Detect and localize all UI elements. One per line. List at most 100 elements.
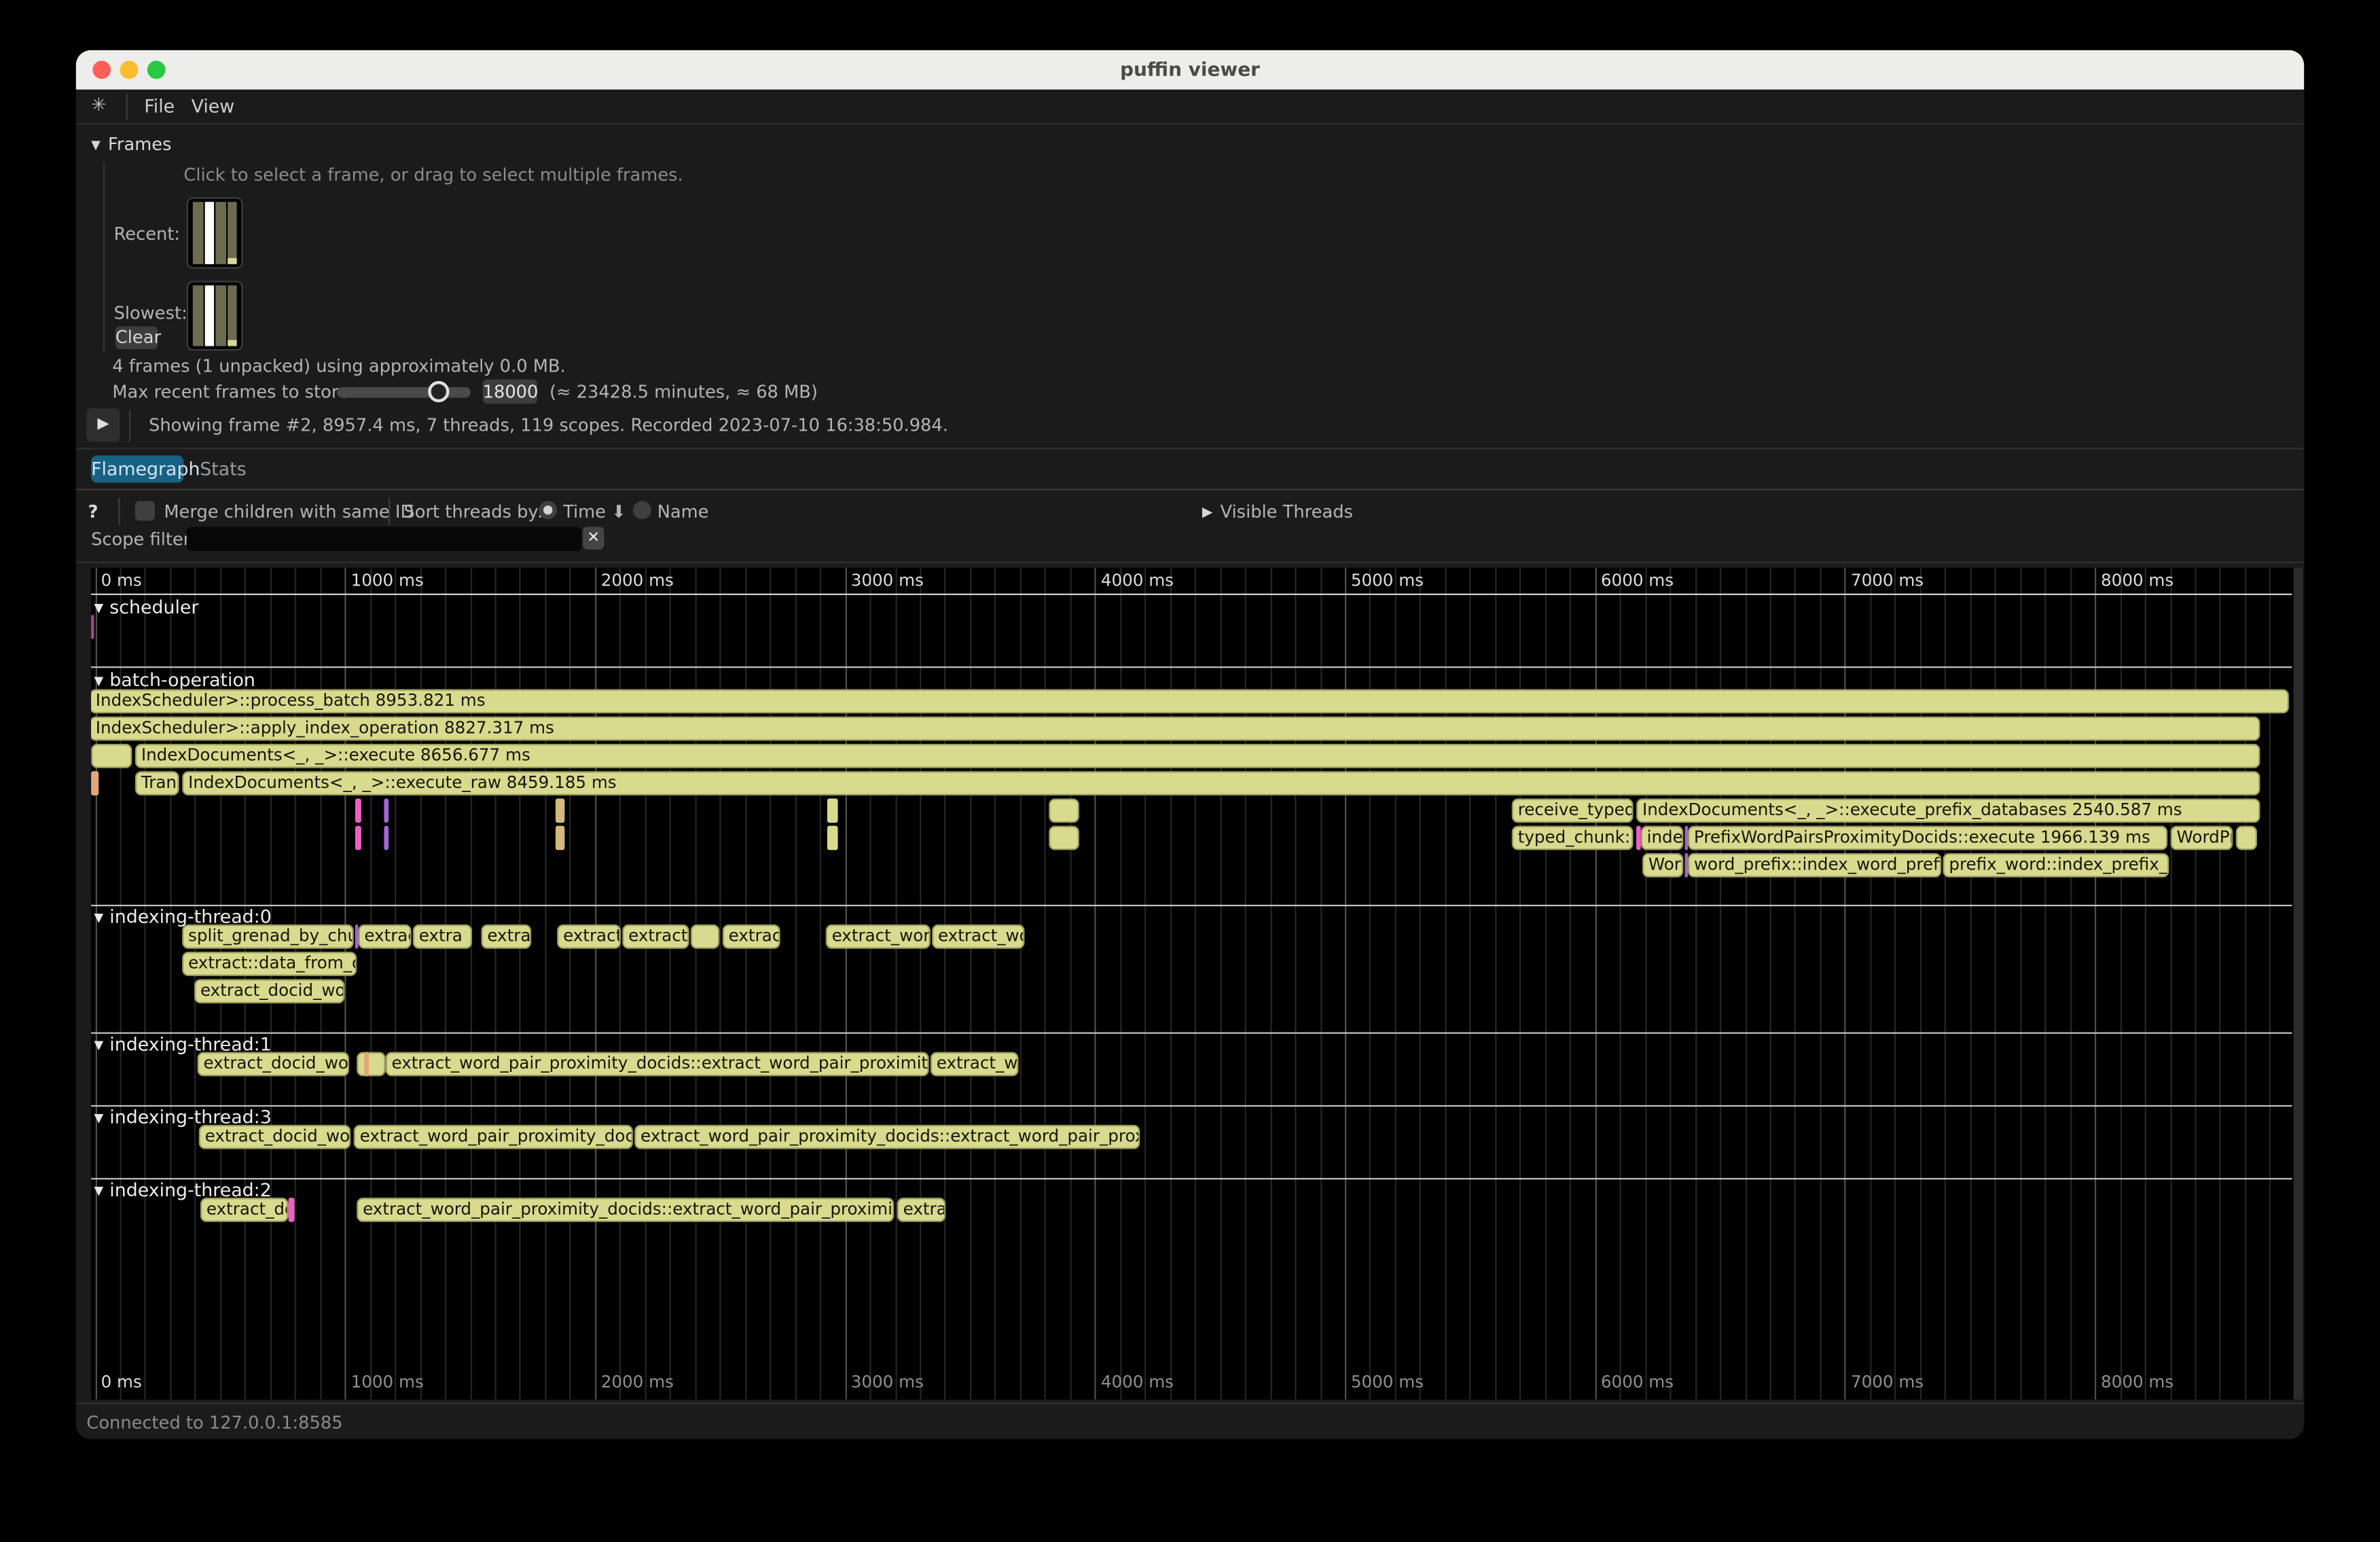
theme-toggle-icon[interactable]: ✳: [91, 94, 106, 115]
scope-marker[interactable]: [355, 925, 357, 949]
scope-marker[interactable]: [355, 797, 361, 822]
frame-bar-stripe: [215, 202, 226, 264]
scope-bar[interactable]: extrac: [897, 1198, 946, 1222]
scope-bar[interactable]: extract_word_pair_proximity_docids::extr…: [357, 1198, 894, 1222]
frames-section-header[interactable]: ▼Frames: [91, 134, 171, 155]
slowest-frame-thumbnail[interactable]: [187, 281, 243, 351]
scope-bar[interactable]: [91, 743, 132, 768]
scope-marker[interactable]: [1636, 825, 1640, 850]
scope-bar[interactable]: extract_word_pair_proximity_docids::extr…: [386, 1052, 929, 1077]
scope-bar[interactable]: receive_typed_: [1512, 797, 1634, 822]
scope-bar[interactable]: IndexScheduler>::process_batch 8953.821 …: [91, 688, 2289, 713]
menu-item-view[interactable]: View: [192, 96, 235, 117]
frames-hint: Click to select a frame, or drag to sele…: [183, 164, 683, 185]
scope-bar[interactable]: extract_wo: [931, 1052, 1019, 1077]
scope-bar[interactable]: index: [1641, 825, 1684, 850]
scope-bar[interactable]: prefix_word::index_prefix_wo: [1943, 853, 2169, 877]
scope-bar[interactable]: extract_wo: [932, 925, 1024, 949]
scope-marker[interactable]: [827, 825, 838, 850]
sort-radio-time[interactable]: [539, 501, 557, 519]
scope-marker[interactable]: [827, 797, 838, 822]
scope-bar[interactable]: extract_word_pair_proximity_docids: [354, 1125, 633, 1149]
scope-bar[interactable]: extract_: [557, 925, 621, 949]
merge-children-checkbox[interactable]: [135, 501, 155, 520]
divider: [389, 498, 390, 525]
frame-bar-stripe: [193, 285, 204, 346]
scrollbar-track[interactable]: [2293, 568, 2302, 1400]
scope-bar[interactable]: extract_word_pair_proximity_docids::extr…: [634, 1125, 1140, 1149]
menu-item-file[interactable]: File: [144, 96, 175, 117]
sort-radio-name[interactable]: [633, 501, 651, 519]
scope-bar[interactable]: IndexScheduler>::apply_index_operation 8…: [91, 716, 2260, 740]
scope-bar[interactable]: [1049, 797, 1079, 822]
thread-header-indexing-thread-0[interactable]: ▼indexing-thread:0: [94, 906, 272, 927]
scope-bar[interactable]: extract_doc: [200, 1198, 289, 1222]
scope-marker[interactable]: [91, 615, 93, 639]
tab-flamegraph[interactable]: Flamegraph: [91, 455, 183, 482]
scope-bar[interactable]: IndexDocuments<_, _>::execute_raw 8459.1…: [182, 770, 2260, 795]
scope-bar[interactable]: Trans: [135, 770, 179, 795]
scope-marker[interactable]: [91, 770, 98, 795]
clear-button[interactable]: Clear: [115, 326, 158, 349]
scope-bar[interactable]: [691, 925, 719, 949]
help-button[interactable]: ?: [88, 501, 98, 522]
tab-stats[interactable]: Stats: [198, 455, 249, 482]
scope-bar[interactable]: extrac: [481, 925, 531, 949]
thread-header-batch-operation[interactable]: ▼ batch-operation: [94, 668, 255, 689]
frame-bar-stripe: [205, 202, 214, 264]
scope-marker[interactable]: [364, 1052, 369, 1077]
visible-threads-toggle[interactable]: ▶Visible Threads: [1202, 501, 1353, 522]
section-separator: [91, 1105, 2292, 1106]
scope-bar[interactable]: extract_docid_word: [194, 979, 344, 1003]
scope-bar[interactable]: IndexDocuments<_, _>::execute_prefix_dat…: [1636, 797, 2260, 822]
max-recent-value[interactable]: 18000: [483, 380, 537, 404]
scope-bar[interactable]: extract_docid_word: [198, 1052, 349, 1077]
frames-indent-guide: [103, 162, 105, 352]
scope-bar[interactable]: extract::data_from_ob: [182, 952, 357, 976]
collapse-triangle-icon: ▼: [94, 1111, 104, 1124]
app-window: puffin viewer ✳ FileView ▼Frames Click t…: [76, 50, 2305, 1439]
scope-bar[interactable]: extract: [358, 925, 411, 949]
scope-bar[interactable]: IndexDocuments<_, _>::execute 8656.677 m…: [135, 743, 2260, 768]
thread-label: indexing-thread:2: [109, 1179, 272, 1200]
scope-bar[interactable]: Word: [1642, 853, 1683, 877]
thread-header-scheduler[interactable]: ▼scheduler: [94, 596, 199, 617]
play-button[interactable]: ▶: [86, 408, 120, 442]
scope-bar[interactable]: extra: [413, 925, 472, 949]
frames-info: 4 frames (1 unpacked) using approximatel…: [112, 355, 565, 376]
scope-marker[interactable]: [289, 1198, 295, 1222]
scope-bar[interactable]: PrefixWordPairsProximityDocids::execute …: [1688, 825, 2167, 850]
collapse-triangle-icon: ▼: [94, 673, 104, 687]
scope-bar[interactable]: [2236, 825, 2257, 850]
collapsed-triangle-icon: ▶: [1202, 505, 1212, 520]
max-recent-slider[interactable]: [337, 387, 471, 398]
scope-bar[interactable]: typed_chunk::w: [1512, 825, 1634, 850]
thread-header-indexing-thread-2[interactable]: ▼indexing-thread:2: [94, 1179, 272, 1200]
scope-filter-clear-button[interactable]: ✕: [583, 526, 604, 550]
scope-filter-input[interactable]: [187, 526, 581, 551]
scope-marker[interactable]: [384, 825, 388, 850]
section-separator: [91, 1031, 2292, 1033]
scope-bar[interactable]: extract_docid_word: [199, 1125, 350, 1149]
thread-label: indexing-thread:1: [109, 1033, 272, 1054]
recent-frame-thumbnail[interactable]: [187, 198, 243, 269]
thread-header-indexing-thread-1[interactable]: ▼indexing-thread:1: [94, 1033, 272, 1054]
scope-bar[interactable]: word_prefix::index_word_prefix_: [1688, 853, 1941, 877]
scope-marker[interactable]: [384, 797, 388, 822]
scope-marker[interactable]: [556, 797, 564, 822]
thread-header-indexing-thread-3[interactable]: ▼indexing-thread:3: [94, 1106, 272, 1127]
scope-bar[interactable]: split_grenad_by_chun: [182, 925, 354, 949]
scope-bar[interactable]: extract: [723, 925, 780, 949]
scope-marker[interactable]: [355, 825, 361, 850]
scope-bar[interactable]: WordPr: [2171, 825, 2233, 850]
scope-bar[interactable]: [357, 1052, 385, 1077]
thread-label: batch-operation: [109, 668, 255, 689]
scope-bar[interactable]: extract_word: [826, 925, 931, 949]
max-recent-slider-knob[interactable]: [428, 381, 449, 402]
scope-bar[interactable]: [1049, 825, 1079, 850]
slowest-label: Slowest:: [114, 302, 187, 323]
flamegraph-panel[interactable]: 0 ms0 ms1000 ms1000 ms2000 ms2000 ms3000…: [91, 568, 2303, 1400]
divider: [118, 498, 120, 525]
scope-marker[interactable]: [556, 825, 564, 850]
scope-bar[interactable]: extract_: [622, 925, 689, 949]
